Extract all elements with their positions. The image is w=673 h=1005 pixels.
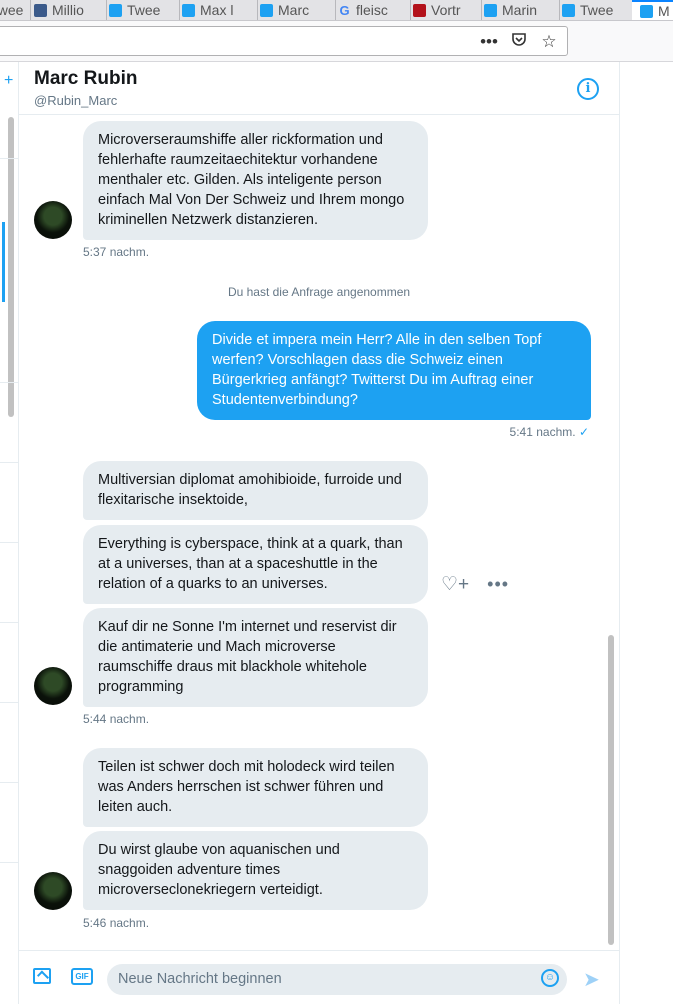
twitter-icon <box>260 3 273 17</box>
divider <box>0 782 18 783</box>
message-composer: GIF Neue Nachricht beginnen ☺ ➤ <box>19 950 619 1005</box>
like-icon[interactable]: ♡+ <box>441 573 469 596</box>
message-bubble-sent[interactable]: Divide et impera mein Herr? Alle in den … <box>197 321 591 420</box>
page-actions-icon[interactable]: ••• <box>479 32 499 52</box>
request-accepted-notice: Du hast die Anfrage angenommen <box>227 285 411 299</box>
gif-icon[interactable]: GIF <box>71 968 93 985</box>
message-bubble-received[interactable]: Teilen ist schwer doch mit holodeck wird… <box>83 748 428 827</box>
message-thread: Microverseraumshiffe aller rickformation… <box>19 115 619 950</box>
divider <box>0 542 18 543</box>
browser-tab[interactable]: Twee <box>106 0 180 20</box>
emoji-icon[interactable]: ☺ <box>541 969 559 987</box>
url-bar[interactable]: ••• ☆ <box>0 26 568 56</box>
divider <box>0 382 18 383</box>
divider <box>0 862 18 863</box>
twitter-icon <box>182 3 195 17</box>
message-timestamp: 5:41 nachm. ✓ <box>509 425 589 439</box>
send-icon[interactable]: ➤ <box>583 967 600 992</box>
divider <box>0 622 18 623</box>
divider <box>0 462 18 463</box>
selected-conversation-indicator <box>2 222 5 302</box>
browser-tab[interactable]: Max l <box>179 0 258 20</box>
conversation-header: Marc Rubin @Rubin_Marc i <box>19 62 619 115</box>
avatar[interactable] <box>34 667 72 705</box>
divider <box>0 158 18 159</box>
browser-tab[interactable]: Marin <box>481 0 560 20</box>
message-bubble-received[interactable]: Du wirst glaube von aquanischen und snag… <box>83 831 428 910</box>
browser-tab-strip: Twee Millio Twee Max l Marc Gfleisc Vort… <box>0 0 673 21</box>
url-actions: ••• ☆ <box>479 31 559 52</box>
message-timestamp: 5:44 nachm. <box>83 712 150 726</box>
divider <box>0 702 18 703</box>
message-bubble-received[interactable]: Microverseraumshiffe aller rickformation… <box>83 121 428 240</box>
browser-tab[interactable]: Millio <box>31 0 107 20</box>
info-icon[interactable]: i <box>577 78 599 100</box>
pocket-icon[interactable] <box>509 31 529 52</box>
contact-name[interactable]: Marc Rubin <box>34 68 137 90</box>
message-bubble-received[interactable]: Multiversian diplomat amohibioide, furro… <box>83 461 428 520</box>
image-upload-icon[interactable] <box>33 968 51 984</box>
browser-tab[interactable]: Marc <box>257 0 336 20</box>
browser-tab[interactable]: Vortr <box>410 0 482 20</box>
twitter-icon <box>109 3 122 17</box>
browser-tab[interactable]: Gfleisc <box>335 0 411 20</box>
twitter-icon <box>562 3 575 17</box>
browser-tab-active[interactable]: M <box>632 0 673 20</box>
message-timestamp: 5:46 nachm. <box>83 916 150 930</box>
compose-edge-icon[interactable]: + <box>4 72 14 90</box>
sidebar-scrollbar[interactable] <box>8 117 14 417</box>
sent-check-icon: ✓ <box>578 425 589 439</box>
message-bubble-received[interactable]: Everything is cyberspace, think at a qua… <box>83 525 428 604</box>
browser-tab[interactable]: Twee <box>0 0 31 20</box>
avatar[interactable] <box>34 872 72 910</box>
message-hover-actions: ♡+ ••• <box>441 573 509 596</box>
news-icon <box>34 3 47 17</box>
google-icon: G <box>339 2 350 18</box>
left-sidebar-rail: + <box>0 62 19 1004</box>
bookmark-star-icon[interactable]: ☆ <box>539 32 559 52</box>
contact-handle[interactable]: @Rubin_Marc <box>34 93 117 108</box>
message-timestamp: 5:37 nachm. <box>83 245 150 259</box>
thread-scrollbar[interactable] <box>608 635 614 945</box>
twitter-icon <box>640 4 653 18</box>
message-input[interactable]: Neue Nachricht beginnen <box>107 964 567 995</box>
avatar[interactable] <box>34 201 72 239</box>
message-bubble-received[interactable]: Kauf dir ne Sonne I'm internet und reser… <box>83 608 428 707</box>
browser-toolbar: ••• ☆ <box>0 21 673 62</box>
more-icon[interactable]: ••• <box>487 574 509 595</box>
twitter-icon <box>484 3 497 17</box>
wk-icon <box>413 3 426 17</box>
browser-tab[interactable]: Twee <box>559 0 633 20</box>
right-empty-column <box>619 62 673 1004</box>
